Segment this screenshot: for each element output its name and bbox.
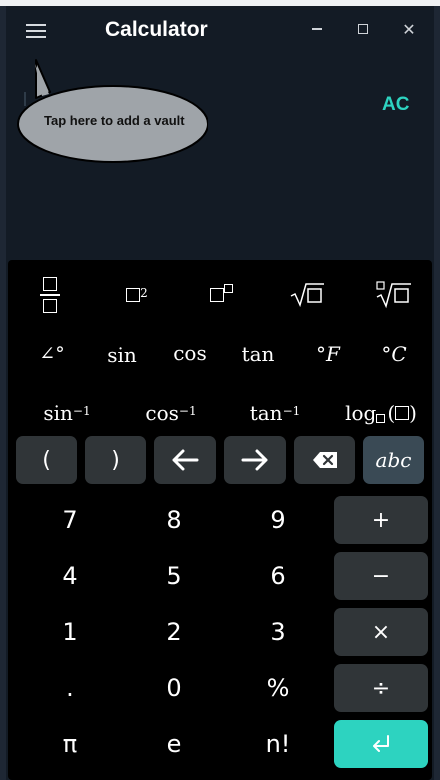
pi-button[interactable]: π [28, 720, 112, 768]
close-icon: ✕ [402, 19, 416, 39]
app-title: Calculator [105, 18, 208, 41]
arctan-button[interactable]: tan −1 [230, 396, 320, 430]
fraction-button[interactable] [18, 270, 82, 320]
factorial-button[interactable]: n! [236, 720, 320, 768]
fraction-icon [40, 277, 60, 313]
sqrt-icon [290, 283, 324, 308]
minimize-icon [312, 28, 322, 30]
backspace-button[interactable] [294, 436, 355, 484]
square-placeholder-icon [126, 288, 141, 302]
digit-6-button[interactable]: 6 [236, 552, 320, 600]
close-paren-button[interactable]: ) [85, 436, 146, 484]
close-button[interactable]: ✕ [389, 16, 429, 42]
abc-keyboard-button[interactable]: abc [363, 436, 424, 484]
log-argument-placeholder-icon [395, 406, 410, 420]
sqrt-button[interactable] [272, 278, 342, 312]
base-placeholder-icon [209, 288, 224, 302]
power-button[interactable] [186, 278, 256, 312]
digit-2-button[interactable]: 2 [132, 608, 216, 656]
hamburger-menu-icon[interactable] [20, 18, 52, 44]
percent-button[interactable]: % [236, 664, 320, 712]
arccos-button[interactable]: cos −1 [126, 396, 216, 430]
multiply-button[interactable]: × [334, 608, 428, 656]
arrow-left-icon [172, 449, 199, 471]
cursor-right-button[interactable] [224, 436, 286, 484]
minimize-button[interactable] [297, 16, 337, 42]
calculator-app: Calculator ✕ AC Tap here to add a vault [6, 6, 434, 780]
digit-9-button[interactable]: 9 [236, 496, 320, 544]
log-button[interactable]: log() [334, 396, 428, 430]
enter-return-icon [373, 735, 389, 752]
digit-1-button[interactable]: 1 [28, 608, 112, 656]
square-button[interactable]: 2 [102, 278, 172, 312]
enter-button[interactable] [334, 720, 428, 768]
digit-3-button[interactable]: 3 [236, 608, 320, 656]
all-clear-button[interactable]: AC [382, 94, 409, 116]
cursor-left-button[interactable] [154, 436, 216, 484]
cos-button[interactable]: cos [160, 336, 220, 370]
log-base-placeholder-icon [376, 413, 386, 423]
arrow-right-icon [241, 449, 268, 471]
maximize-icon [358, 24, 368, 34]
vault-tooltip[interactable]: Tap here to add a vault [12, 58, 208, 170]
open-paren-button[interactable]: ( [16, 436, 77, 484]
angle-button[interactable]: ∠° [22, 337, 82, 371]
maximize-button[interactable] [343, 16, 383, 42]
digit-5-button[interactable]: 5 [132, 552, 216, 600]
fahrenheit-button[interactable]: °F [298, 337, 358, 371]
celsius-button[interactable]: °C [364, 337, 424, 371]
tan-button[interactable]: tan [226, 337, 290, 371]
keypad: 2 ∠° sin cos tan °F °C sin −1 cos −1 tan… [8, 260, 432, 780]
digit-7-button[interactable]: 7 [28, 496, 112, 544]
digit-0-button[interactable]: 0 [132, 664, 216, 712]
arcsin-button[interactable]: sin −1 [22, 396, 112, 430]
sin-button[interactable]: sin [92, 338, 152, 372]
backspace-icon [312, 452, 337, 468]
plus-button[interactable]: + [334, 496, 428, 544]
tooltip-text: Tap here to add a vault [44, 113, 185, 128]
digit-4-button[interactable]: 4 [28, 552, 112, 600]
nth-root-button[interactable] [358, 278, 428, 312]
euler-e-button[interactable]: e [132, 720, 216, 768]
nth-root-icon [376, 281, 411, 309]
digit-8-button[interactable]: 8 [132, 496, 216, 544]
exponent-placeholder-icon [223, 283, 233, 293]
divide-button[interactable]: ÷ [334, 664, 428, 712]
title-bar: Calculator ✕ [6, 6, 434, 56]
minus-button[interactable]: − [334, 552, 428, 600]
decimal-point-button[interactable]: . [28, 664, 112, 712]
